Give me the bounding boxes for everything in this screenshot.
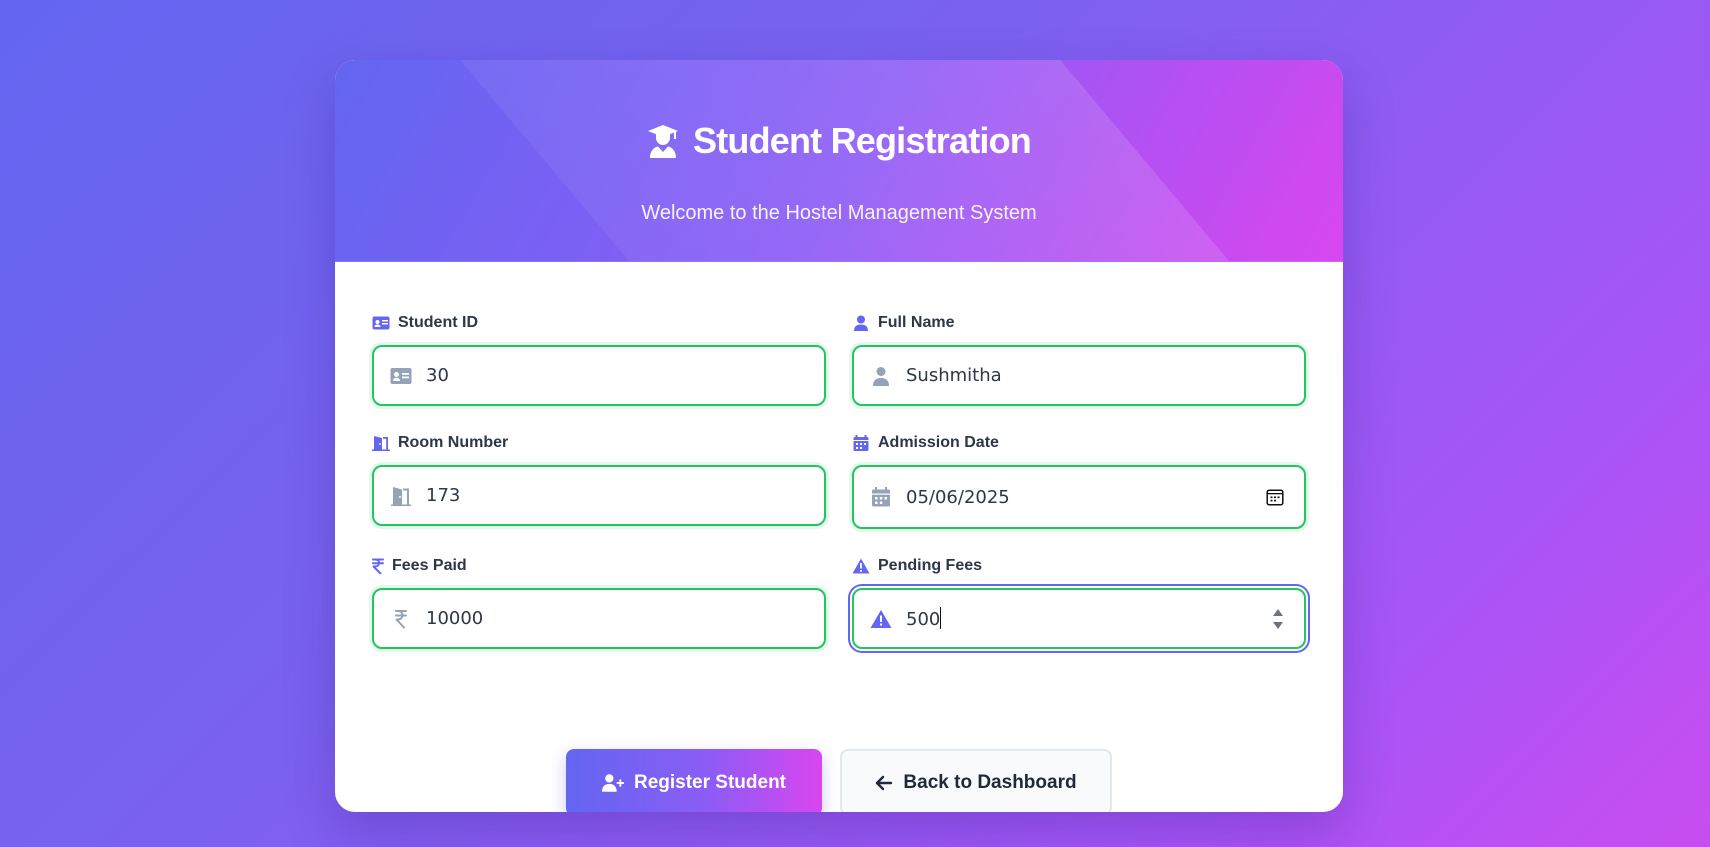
rupee-icon bbox=[390, 609, 412, 629]
fees-paid-input[interactable]: 10000 bbox=[372, 588, 826, 649]
rupee-icon bbox=[372, 558, 384, 574]
student-id-value: 30 bbox=[426, 365, 449, 386]
fees-paid-group: Fees Paid 10000 bbox=[372, 556, 826, 649]
full-name-group: Full Name Sushmitha bbox=[852, 313, 1306, 406]
fees-paid-value: 10000 bbox=[426, 608, 484, 629]
user-icon bbox=[854, 315, 868, 331]
back-to-dashboard-label: Back to Dashboard bbox=[903, 771, 1077, 793]
full-name-input[interactable]: Sushmitha bbox=[852, 345, 1306, 406]
number-spinner[interactable] bbox=[1272, 608, 1284, 630]
graduate-icon bbox=[647, 125, 678, 158]
room-number-input[interactable]: 173 bbox=[372, 465, 826, 526]
full-name-value: Sushmitha bbox=[906, 365, 1002, 386]
card-header: Student Registration Welcome to the Host… bbox=[335, 60, 1343, 262]
room-number-group: Room Number 173 bbox=[372, 433, 826, 526]
register-student-button[interactable]: Register Student bbox=[566, 749, 822, 812]
page-title: Student Registration bbox=[335, 120, 1343, 162]
admission-date-group: Admission Date 05/06/2025 bbox=[852, 433, 1306, 529]
user-plus-icon bbox=[601, 773, 624, 792]
admission-date-value: 05/06/2025 bbox=[906, 486, 1010, 508]
student-id-input[interactable]: 30 bbox=[372, 345, 826, 406]
pending-fees-input[interactable]: 500 bbox=[852, 588, 1306, 649]
title-text: Student Registration bbox=[692, 120, 1032, 161]
room-number-label: Room Number bbox=[398, 434, 509, 451]
register-student-label: Register Student bbox=[633, 771, 787, 793]
pending-fees-group: Pending Fees 500 bbox=[852, 556, 1306, 649]
user-icon bbox=[870, 366, 892, 386]
room-number-value: 173 bbox=[426, 485, 461, 506]
page-subtitle: Welcome to the Hostel Management System bbox=[641, 202, 1037, 224]
calendar-icon bbox=[870, 487, 892, 507]
back-to-dashboard-button[interactable]: Back to Dashboard bbox=[840, 749, 1112, 812]
form-actions: Register Student Back to Dashboard bbox=[335, 749, 1343, 812]
warning-icon bbox=[852, 558, 870, 574]
arrow-left-icon bbox=[876, 775, 893, 790]
door-icon bbox=[390, 486, 412, 506]
pending-fees-value: 500 bbox=[906, 607, 942, 630]
pending-fees-label: Pending Fees bbox=[878, 557, 983, 574]
student-id-label: Student ID bbox=[398, 314, 478, 331]
registration-card: Student Registration Welcome to the Host… bbox=[335, 60, 1343, 812]
door-icon bbox=[372, 436, 390, 451]
id-card-icon bbox=[390, 366, 412, 386]
id-card-icon bbox=[372, 316, 390, 330]
student-id-group: Student ID 30 bbox=[372, 313, 826, 406]
fees-paid-label: Fees Paid bbox=[392, 557, 467, 574]
calendar-picker-icon[interactable] bbox=[1266, 488, 1284, 506]
admission-date-label: Admission Date bbox=[878, 434, 999, 451]
admission-date-input[interactable]: 05/06/2025 bbox=[852, 465, 1306, 529]
warning-icon bbox=[870, 609, 892, 629]
full-name-label: Full Name bbox=[878, 314, 955, 331]
calendar-icon bbox=[853, 435, 869, 451]
